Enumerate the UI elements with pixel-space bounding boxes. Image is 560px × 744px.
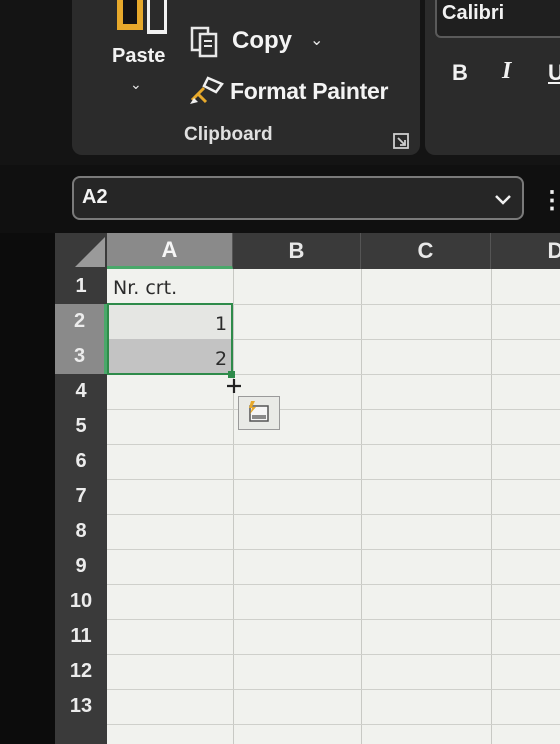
gridline: [107, 654, 560, 655]
clipboard-group-label: Clipboard: [184, 124, 273, 145]
row-header-10[interactable]: 10: [55, 584, 107, 619]
format-painter-button[interactable]: Format Painter: [230, 78, 388, 105]
auto-fill-options-button[interactable]: [238, 396, 280, 430]
gridline: [107, 619, 560, 620]
worksheet-grid[interactable]: A B C D 1 2 3 4 5 6 7 8 9 10 11 12 13 Nr…: [55, 233, 560, 744]
row-header-6[interactable]: 6: [55, 444, 107, 479]
select-all-corner[interactable]: [55, 233, 107, 269]
row-header-12[interactable]: 12: [55, 654, 107, 689]
cell-a1[interactable]: Nr. crt.: [113, 277, 177, 299]
underline-button[interactable]: U: [548, 60, 560, 86]
cell-a3[interactable]: 2: [215, 348, 227, 370]
gridline: [107, 444, 560, 445]
row-header-5[interactable]: 5: [55, 409, 107, 444]
gridline: [107, 514, 560, 515]
more-options-icon[interactable]: ⋮: [540, 186, 560, 215]
row-header-11[interactable]: 11: [55, 619, 107, 654]
auto-fill-options-icon: [249, 401, 269, 422]
paste-dropdown-icon[interactable]: ⌄: [130, 76, 142, 93]
column-header-c[interactable]: C: [361, 233, 491, 269]
row-header-3[interactable]: 3: [55, 339, 107, 374]
gridline: [107, 584, 560, 585]
crosshair-cursor-icon: [227, 379, 241, 393]
chevron-down-icon[interactable]: [494, 194, 512, 206]
gridline: [233, 269, 234, 744]
column-header-b[interactable]: B: [233, 233, 361, 269]
paste-button[interactable]: Paste: [112, 45, 165, 68]
copy-icon[interactable]: [188, 26, 226, 58]
name-box[interactable]: [72, 176, 524, 220]
gridline: [491, 269, 492, 744]
italic-button[interactable]: I: [502, 58, 511, 85]
column-header-a[interactable]: A: [107, 233, 233, 269]
gridline: [107, 479, 560, 480]
row-header-2[interactable]: 2: [55, 304, 107, 339]
column-header-d[interactable]: D: [491, 233, 560, 269]
gridline: [107, 724, 560, 725]
copy-button[interactable]: Copy: [232, 27, 292, 55]
name-box-value: A2: [82, 186, 108, 208]
gridline: [107, 689, 560, 690]
row-header-4[interactable]: 4: [55, 374, 107, 409]
row-header-1[interactable]: 1: [55, 269, 107, 304]
font-name-value: Calibri: [442, 2, 505, 24]
row-header-7[interactable]: 7: [55, 479, 107, 514]
row-header-8[interactable]: 8: [55, 514, 107, 549]
gridline: [361, 269, 362, 744]
gridline: [107, 549, 560, 550]
row-header-9[interactable]: 9: [55, 549, 107, 584]
cell-a2[interactable]: 1: [215, 313, 227, 335]
paste-icon[interactable]: [115, 0, 175, 36]
gridline: [107, 409, 560, 410]
row-header-13[interactable]: 13: [55, 689, 107, 724]
format-painter-icon[interactable]: [188, 74, 226, 106]
bold-button[interactable]: B: [452, 60, 468, 86]
select-all-icon[interactable]: [75, 237, 105, 267]
copy-dropdown-icon[interactable]: ⌄: [310, 30, 323, 50]
dialog-launcher-icon[interactable]: [392, 132, 410, 150]
fill-handle[interactable]: [228, 371, 235, 378]
